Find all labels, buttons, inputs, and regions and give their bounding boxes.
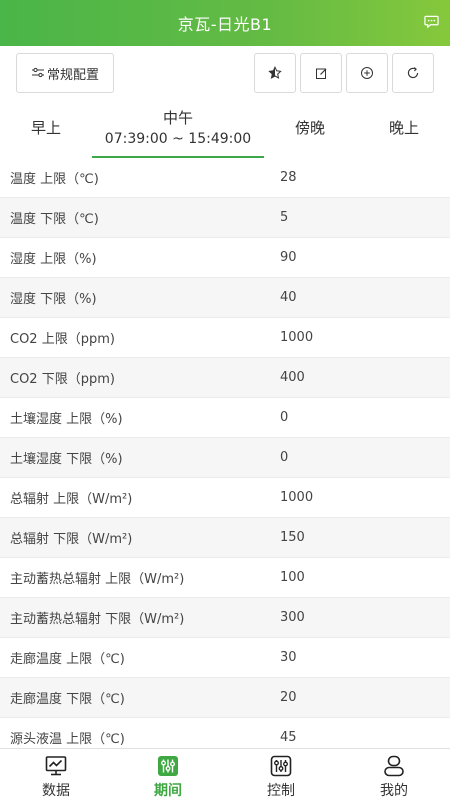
user-icon [384,755,404,777]
chat-bubble-icon[interactable] [424,14,439,29]
general-config-button[interactable]: 常规配置 [16,53,114,93]
param-value: 100 [280,570,305,585]
list-item[interactable]: 湿度 下限（%) 40 [0,278,450,318]
param-label: 源头液温 上限（℃) [10,732,125,747]
favorite-button[interactable] [254,53,296,93]
app-header: 京瓦-日光B1 [0,0,450,46]
param-value: 400 [280,370,305,385]
nav-control[interactable]: 控制 [225,749,337,800]
add-circle-icon [361,67,373,79]
bottom-nav: 数据 期间 控制 我的 [0,748,450,800]
param-value: 0 [280,410,289,425]
tab-morning-label: 早上 [30,119,61,137]
param-label: CO2 下限（ppm) [10,372,115,387]
tab-noon-label: 中午 [162,109,193,127]
nav-period-label: 期间 [154,783,182,799]
nav-period[interactable]: 期间 [112,749,224,800]
param-value: 1000 [280,490,314,505]
param-value: 300 [280,610,305,625]
param-label: 温度 上限（℃) [10,172,99,187]
param-label: 土壤湿度 上限（%) [10,412,123,427]
param-value: 30 [280,650,297,665]
param-label: 土壤湿度 下限（%) [10,452,123,467]
list-item[interactable]: 走廊温度 下限（℃) 20 [0,678,450,718]
list-item[interactable]: CO2 下限（ppm) 400 [0,358,450,398]
list-item[interactable]: 温度 上限（℃) 28 [0,158,450,198]
param-label: 主动蓄热总辐射 下限（W/m²) [10,612,185,627]
list-item[interactable]: 走廊温度 上限（℃) 30 [0,638,450,678]
list-item[interactable]: CO2 上限（ppm) 1000 [0,318,450,358]
refresh-button[interactable] [392,53,434,93]
list-item[interactable]: 湿度 上限（%) 90 [0,238,450,278]
nav-profile[interactable]: 我的 [338,749,450,800]
param-label: 温度 下限（℃) [10,212,99,227]
tab-evening-label: 傍晚 [294,119,325,137]
param-value: 20 [280,690,297,705]
parameter-list: 温度 上限（℃) 28 温度 下限（℃) 5 湿度 上限（%) 90 湿度 下限（%)… [0,158,450,758]
nav-profile-label: 我的 [380,783,408,799]
param-value: 90 [280,250,297,265]
param-label: CO2 上限（ppm) [10,332,115,347]
monitor-chart-icon [45,756,67,776]
refresh-icon [407,67,419,79]
control-panel-icon [270,755,292,777]
param-label: 总辐射 下限（W/m²) [10,532,133,547]
add-button[interactable] [346,53,388,93]
list-item[interactable]: 主动蓄热总辐射 上限（W/m²) 100 [0,558,450,598]
param-value: 45 [280,730,297,745]
list-item[interactable]: 总辐射 上限（W/m²) 1000 [0,478,450,518]
param-label: 总辐射 上限（W/m²) [10,492,133,507]
star-icon [268,66,282,79]
param-value: 5 [280,210,289,225]
edit-button[interactable] [300,53,342,93]
param-value: 28 [280,170,297,185]
nav-data-label: 数据 [42,783,70,799]
param-value: 150 [280,530,305,545]
tab-noon[interactable]: 中午 07:39:00 ~ 15:49:00 [92,103,264,158]
param-label: 湿度 下限（%) [10,292,97,307]
param-value: 1000 [280,330,314,345]
toolbar: 常规配置 [0,53,450,93]
tab-evening[interactable]: 傍晚 [264,103,356,158]
list-item[interactable]: 总辐射 下限（W/m²) 150 [0,518,450,558]
edit-icon [315,68,326,79]
param-value: 40 [280,290,297,305]
nav-control-label: 控制 [267,783,295,799]
list-item[interactable]: 温度 下限（℃) 5 [0,198,450,238]
list-item[interactable]: 主动蓄热总辐射 下限（W/m²) 300 [0,598,450,638]
param-label: 走廊温度 上限（℃) [10,652,125,667]
list-item[interactable]: 土壤湿度 上限（%) 0 [0,398,450,438]
param-label: 主动蓄热总辐射 上限（W/m²) [10,572,185,587]
param-label: 湿度 上限（%) [10,252,97,267]
sliders-period-icon [158,756,178,776]
param-value: 0 [280,450,289,465]
nav-data[interactable]: 数据 [0,749,112,800]
tab-night[interactable]: 晚上 [358,103,450,158]
tab-morning[interactable]: 早上 [0,103,92,158]
list-item[interactable]: 土壤湿度 下限（%) 0 [0,438,450,478]
sliders-icon [31,67,44,78]
tab-night-label: 晚上 [388,119,419,137]
tab-noon-time-range: 07:39:00 ~ 15:49:00 [104,131,252,147]
general-config-label: 常规配置 [46,67,99,83]
param-label: 走廊温度 下限（℃) [10,692,125,707]
page-title: 京瓦-日光B1 [177,15,273,34]
period-tabs: 早上 中午 07:39:00 ~ 15:49:00 傍晚 晚上 [0,103,450,158]
